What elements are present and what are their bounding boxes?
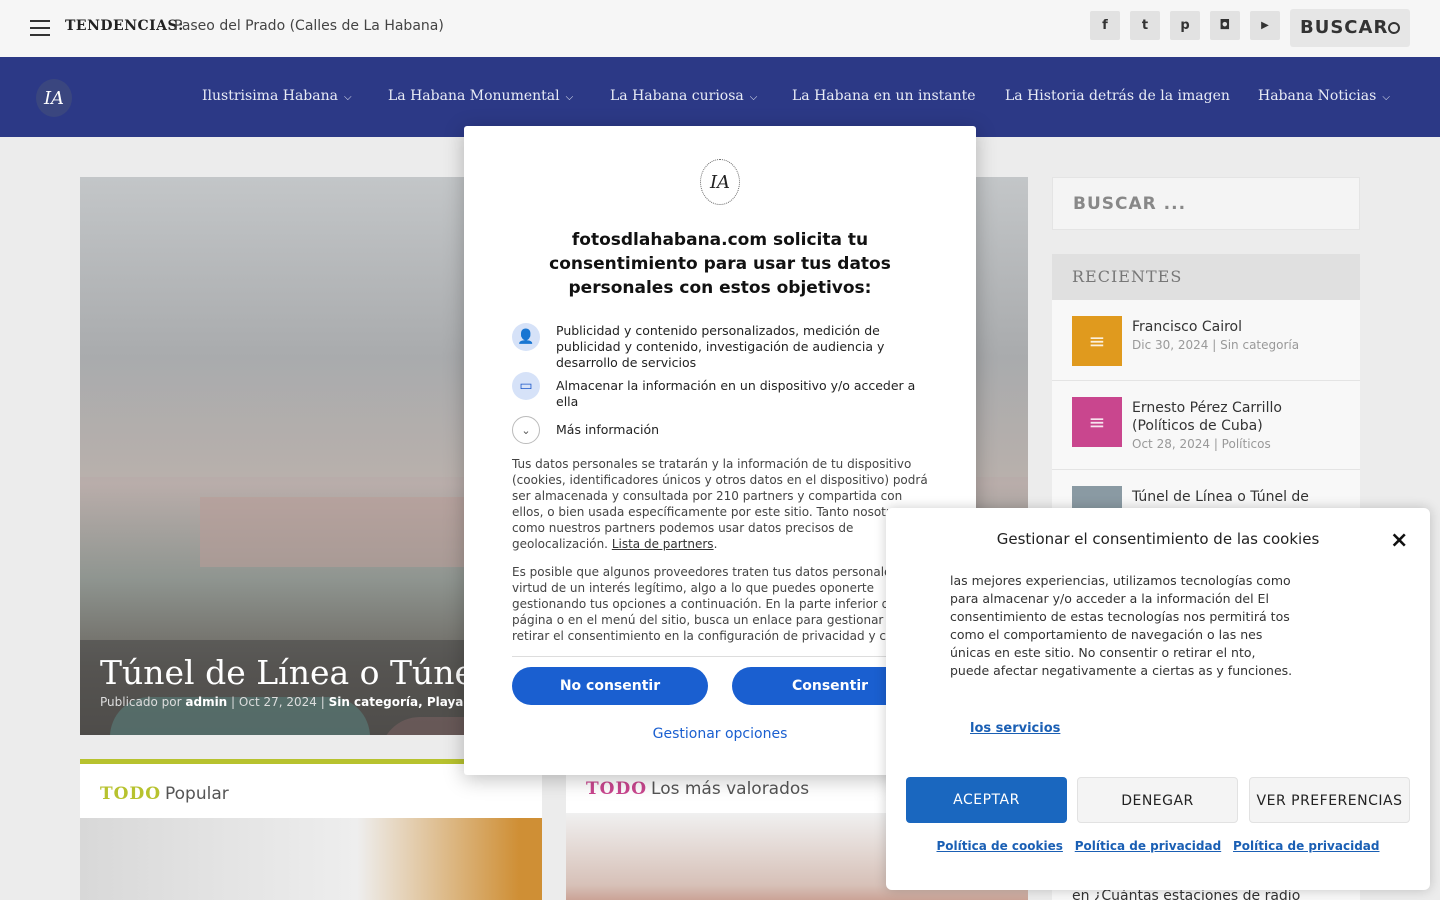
nav-item-habana-noticias[interactable]: Habana Noticias ⌵ xyxy=(1258,88,1390,104)
trending-label: TENDENCIAS: xyxy=(65,18,184,34)
recent-meta: Dic 30, 2024 | Sin categoría xyxy=(1132,338,1300,352)
top-bar: TENDENCIAS: Paseo del Prado (Calles de L… xyxy=(0,0,1440,57)
card-label: Los más valorados xyxy=(651,779,810,799)
nav-item-label: Habana Noticias xyxy=(1258,88,1377,104)
post-thumbnail[interactable]: ≡ xyxy=(1072,316,1122,366)
recent-meta: Oct 28, 2024 | Políticos xyxy=(1132,437,1271,451)
card-label: Popular xyxy=(165,784,229,804)
more-info-label[interactable]: Más información xyxy=(556,422,659,437)
person-icon: 👤 xyxy=(512,323,540,351)
main-nav: IA Ilustrisima Habana ⌵ La Habana Monumen… xyxy=(0,57,1440,137)
popular-card: TODO Popular xyxy=(80,759,542,900)
purpose-text: Almacenar la información en un dispositi… xyxy=(556,378,916,409)
nav-item-habana-monumental[interactable]: La Habana Monumental ⌵ xyxy=(388,88,573,104)
consent-paragraph: Tus datos personales se tratarán y la in… xyxy=(512,457,928,551)
nav-item-label: La Historia detrás de la imagen xyxy=(1005,88,1230,104)
instagram-icon[interactable]: ◘ xyxy=(1210,11,1240,40)
card-heading: TODO Los más valorados xyxy=(586,779,809,799)
top-search-label: BUSCAR xyxy=(1300,17,1389,38)
nav-item-label: La Habana Monumental xyxy=(388,88,560,104)
nav-item-habana-instante[interactable]: La Habana en un instante xyxy=(792,88,976,104)
recent-category[interactable]: Políticos xyxy=(1222,437,1271,451)
purpose-item: 👤 Publicidad y contenido personalizados,… xyxy=(512,323,932,370)
accept-button[interactable]: ACEPTAR xyxy=(906,777,1067,823)
twitter-icon[interactable]: t xyxy=(1130,11,1160,40)
consent-text: Tus datos personales se tratarán y la in… xyxy=(512,457,928,551)
device-icon: ▭ xyxy=(512,372,540,400)
card-heading: TODO Popular xyxy=(100,784,229,804)
no-consent-button[interactable]: No consentir xyxy=(512,667,708,705)
nav-item-label: La Habana en un instante xyxy=(792,88,976,104)
chevron-down-icon: ⌵ xyxy=(343,92,352,103)
consent-title: fotosdlahabana.com solicita tu consentim… xyxy=(549,230,891,298)
nav-item-ilustrisima-habana[interactable]: Ilustrisima Habana ⌵ xyxy=(202,88,352,104)
chevron-down-icon[interactable]: ⌄ xyxy=(512,416,540,444)
recent-title[interactable]: Ernesto Pérez Carrillo (Políticos de Cub… xyxy=(1132,399,1342,435)
chevron-down-icon: ⌵ xyxy=(1382,92,1390,103)
menu-icon[interactable] xyxy=(30,20,50,36)
top-search-input[interactable]: BUSCAR xyxy=(1290,9,1410,47)
trending-link[interactable]: Paseo del Prado (Calles de La Habana) xyxy=(174,18,444,34)
services-link[interactable]: los servicios xyxy=(970,721,1060,736)
recent-title[interactable]: Túnel de Línea o Túnel de xyxy=(1132,488,1342,506)
facebook-icon[interactable]: f xyxy=(1090,11,1120,40)
divider xyxy=(512,656,928,657)
partners-link[interactable]: Lista de partners xyxy=(612,537,714,551)
purpose-item: ▭ Almacenar la información en un disposi… xyxy=(512,372,932,409)
post-date: Oct 27, 2024 xyxy=(238,695,317,709)
deny-button[interactable]: DENEGAR xyxy=(1077,777,1238,823)
youtube-icon[interactable]: ▶ xyxy=(1250,11,1280,40)
recent-category[interactable]: Sin categoría xyxy=(1220,338,1299,352)
chevron-down-icon: ⌵ xyxy=(749,92,758,103)
nav-item-label: Ilustrisima Habana xyxy=(202,88,338,104)
privacy-policy-link[interactable]: Política de privacidad xyxy=(1075,839,1221,853)
featured-meta: Publicado por admin | Oct 27, 2024 | Sin… xyxy=(100,695,509,709)
cookie-policy-link[interactable]: Política de cookies xyxy=(937,839,1063,853)
cookie-title: Gestionar el consentimiento de las cooki… xyxy=(996,530,1320,548)
chevron-down-icon: ⌵ xyxy=(565,92,574,103)
recent-date: Dic 30, 2024 xyxy=(1132,338,1209,352)
site-logo: IA xyxy=(700,159,740,205)
consent-paragraph: Es posible que algunos proveedores trate… xyxy=(512,565,929,643)
card-todo-label: TODO xyxy=(100,784,162,804)
sidebar-search-input[interactable]: BUSCAR ... xyxy=(1052,177,1360,230)
nav-item-label: La Habana curiosa xyxy=(610,88,744,104)
meta-prefix: Publicado por xyxy=(100,695,182,709)
nav-item-historia-imagen[interactable]: La Historia detrás de la imagen xyxy=(1005,88,1230,104)
author-link[interactable]: admin xyxy=(185,695,227,709)
recent-item[interactable]: ≡ Ernesto Pérez Carrillo (Políticos de C… xyxy=(1052,381,1360,470)
privacy-policy-link[interactable]: Política de privacidad xyxy=(1233,839,1379,853)
preferences-button[interactable]: VER PREFERENCIAS xyxy=(1249,777,1410,823)
cookie-policy-links: Política de cookies Política de privacid… xyxy=(886,839,1430,853)
recent-title[interactable]: Francisco Cairol xyxy=(1132,318,1342,336)
site-logo[interactable]: IA xyxy=(36,79,72,117)
purpose-text: Publicidad y contenido personalizados, m… xyxy=(556,323,885,370)
pinterest-icon[interactable]: p xyxy=(1170,11,1200,40)
card-image[interactable] xyxy=(80,818,542,900)
card-todo-label: TODO xyxy=(586,779,648,799)
recent-item[interactable]: ≡ Francisco Cairol Dic 30, 2024 | Sin ca… xyxy=(1052,300,1360,381)
recent-heading: RECIENTES xyxy=(1052,254,1360,300)
nav-item-habana-curiosa[interactable]: La Habana curiosa ⌵ xyxy=(610,88,757,104)
close-icon[interactable]: × xyxy=(1390,528,1408,553)
cookie-banner: Gestionar el consentimiento de las cooki… xyxy=(886,508,1430,890)
search-icon[interactable] xyxy=(1388,22,1400,34)
recent-date: Oct 28, 2024 xyxy=(1132,437,1210,451)
post-thumbnail[interactable]: ≡ xyxy=(1072,397,1122,447)
cookie-text: las mejores experiencias, utilizamos tec… xyxy=(950,573,1293,678)
